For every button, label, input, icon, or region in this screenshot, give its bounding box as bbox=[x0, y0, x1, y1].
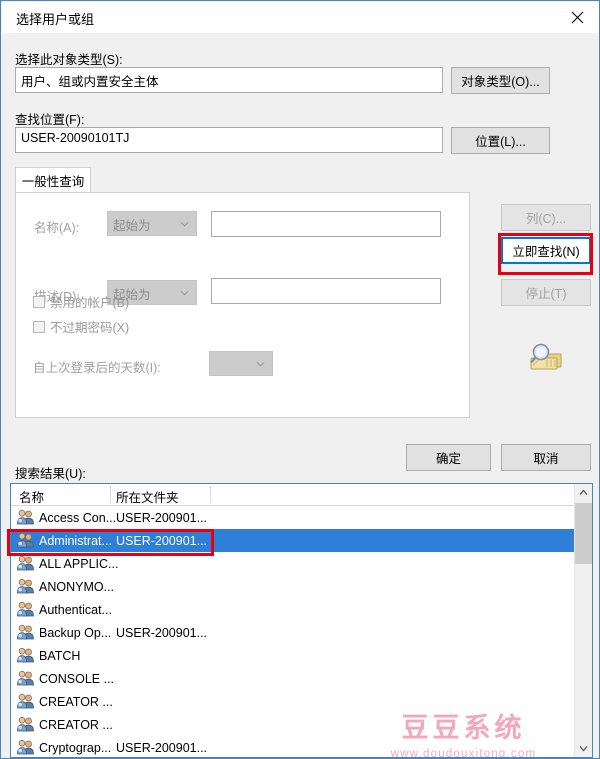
location-button[interactable]: 位置(L)... bbox=[451, 127, 550, 154]
row-folder: USER-200901... bbox=[116, 533, 208, 548]
table-row[interactable]: Access Con... USER-200901... bbox=[11, 506, 592, 529]
group-icon bbox=[17, 717, 34, 732]
disabled-accounts-checkbox[interactable]: 禁用的帐户(B) bbox=[33, 292, 129, 311]
table-row[interactable]: Authenticat... bbox=[11, 598, 592, 621]
table-row[interactable]: ALL APPLIC... bbox=[11, 552, 592, 575]
row-name: CREATOR ... bbox=[39, 717, 113, 732]
group-icon bbox=[17, 556, 34, 571]
close-button[interactable] bbox=[554, 2, 599, 33]
group-icon bbox=[17, 533, 34, 548]
checkbox-box bbox=[33, 295, 45, 308]
table-row[interactable]: Cryptograp... USER-200901... bbox=[11, 736, 592, 757]
column-header-name[interactable]: 名称 bbox=[19, 487, 44, 506]
disabled-accounts-label: 禁用的帐户(B) bbox=[50, 296, 130, 310]
row-name: BATCH bbox=[39, 648, 81, 663]
name-value-input[interactable] bbox=[211, 211, 441, 237]
object-type-button[interactable]: 对象类型(O)... bbox=[451, 67, 550, 94]
table-row[interactable]: Administrat... USER-200901... bbox=[11, 529, 592, 552]
select-user-or-group-dialog: 选择用户或组 选择此对象类型(S): 用户、组或内置安全主体 对象类型(O)..… bbox=[0, 0, 600, 759]
row-name: ALL APPLIC... bbox=[39, 556, 119, 571]
row-name: Cryptograp... bbox=[39, 740, 112, 755]
dialog-body: 选择此对象类型(S): 用户、组或内置安全主体 对象类型(O)... 查找位置(… bbox=[2, 33, 599, 758]
ok-button[interactable]: 确定 bbox=[406, 444, 491, 471]
group-icon bbox=[17, 671, 34, 686]
column-divider[interactable] bbox=[110, 486, 111, 503]
non-expiring-password-label: 不过期密码(X) bbox=[50, 321, 130, 335]
row-folder: USER-200901... bbox=[116, 510, 208, 525]
row-name: ANONYMO... bbox=[39, 579, 115, 594]
non-expiring-password-checkbox[interactable]: 不过期密码(X) bbox=[33, 317, 129, 336]
chevron-down-icon bbox=[180, 221, 189, 227]
row-name: Administrat... bbox=[39, 533, 112, 548]
search-results-label: 搜索结果(U): bbox=[15, 467, 86, 481]
window-title: 选择用户或组 bbox=[16, 12, 95, 27]
stop-button[interactable]: 停止(T) bbox=[501, 279, 591, 306]
columns-button[interactable]: 列(C)... bbox=[501, 204, 591, 231]
list-header: 名称 所在文件夹 bbox=[11, 484, 592, 506]
group-icon bbox=[17, 579, 34, 594]
close-icon bbox=[571, 11, 583, 24]
name-label: 名称(A): bbox=[34, 221, 80, 235]
scrollbar-thumb[interactable] bbox=[575, 503, 592, 564]
scroll-down-button[interactable] bbox=[575, 740, 592, 757]
list-scrollbar[interactable] bbox=[574, 484, 592, 757]
tab-general-query[interactable]: 一般性查询 bbox=[15, 167, 91, 193]
search-results-list[interactable]: 名称 所在文件夹 Access Con... USER-200901... Admi… bbox=[10, 483, 593, 758]
row-name: Backup Op... bbox=[39, 625, 112, 640]
title-bar: 选择用户或组 bbox=[2, 2, 599, 33]
group-icon bbox=[17, 602, 34, 617]
object-type-input[interactable]: 用户、组或内置安全主体 bbox=[15, 67, 443, 93]
group-icon bbox=[17, 694, 34, 709]
row-folder: USER-200901... bbox=[116, 625, 208, 640]
table-row[interactable]: Backup Op... USER-200901... bbox=[11, 621, 592, 644]
scroll-up-button[interactable] bbox=[575, 484, 592, 501]
row-name: CONSOLE ... bbox=[39, 671, 115, 686]
column-divider[interactable] bbox=[210, 486, 211, 503]
chevron-down-icon bbox=[180, 290, 189, 296]
days-since-login-label: 自上次登录后的天数(I): bbox=[33, 361, 161, 375]
find-now-button[interactable]: 立即查找(N) bbox=[501, 237, 591, 264]
magnifier-folder-icon bbox=[530, 343, 562, 370]
row-name: CREATOR ... bbox=[39, 694, 113, 709]
chevron-up-icon bbox=[579, 489, 588, 495]
location-input[interactable]: USER-20090101TJ bbox=[15, 127, 443, 153]
group-icon bbox=[17, 510, 34, 525]
table-row[interactable]: BATCH bbox=[11, 644, 592, 667]
days-since-login-select[interactable] bbox=[209, 351, 273, 376]
table-row[interactable]: CONSOLE ... bbox=[11, 667, 592, 690]
row-name: Authenticat... bbox=[39, 602, 112, 617]
group-icon bbox=[17, 740, 34, 755]
table-row[interactable]: CREATOR ... bbox=[11, 713, 592, 736]
group-icon bbox=[17, 648, 34, 663]
object-type-label: 选择此对象类型(S): bbox=[15, 53, 123, 67]
location-label: 查找位置(F): bbox=[15, 113, 85, 127]
row-folder: USER-200901... bbox=[116, 740, 208, 755]
chevron-down-icon bbox=[256, 361, 265, 367]
name-operator-select[interactable]: 起始为 bbox=[107, 211, 197, 236]
row-name: Access Con... bbox=[39, 510, 117, 525]
group-icon bbox=[17, 625, 34, 640]
description-value-input[interactable] bbox=[211, 278, 441, 304]
table-row[interactable]: CREATOR ... bbox=[11, 690, 592, 713]
checkbox-box bbox=[33, 320, 45, 333]
chevron-down-icon bbox=[579, 746, 588, 752]
cancel-button[interactable]: 取消 bbox=[501, 444, 591, 471]
name-operator-value: 起始为 bbox=[113, 219, 151, 233]
column-header-folder[interactable]: 所在文件夹 bbox=[116, 487, 179, 506]
table-row[interactable]: ANONYMO... bbox=[11, 575, 592, 598]
